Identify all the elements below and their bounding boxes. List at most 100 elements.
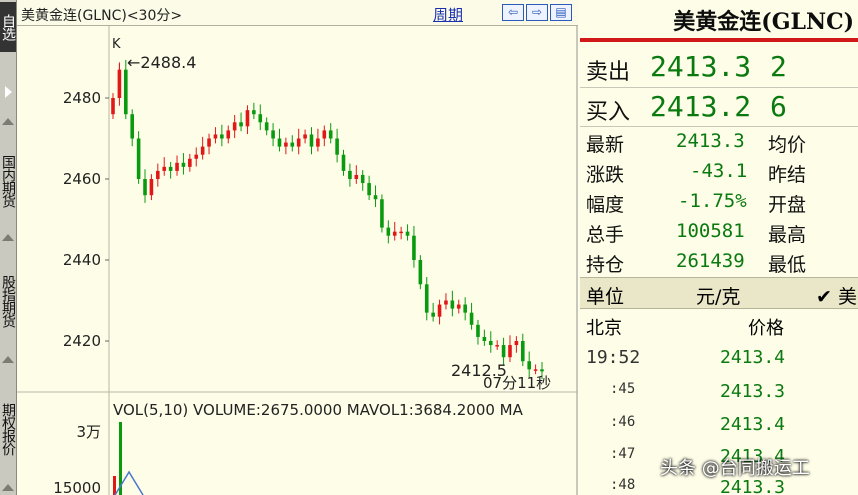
sell-price: 2413.3: [650, 50, 752, 83]
field-label: 开盘: [768, 194, 807, 216]
tab-domestic-futures[interactable]: 国内期货: [0, 138, 16, 224]
candle-body: [399, 231, 403, 234]
candle-body: [418, 260, 423, 285]
field-label: 昨结: [768, 164, 807, 186]
y-tick-label: 2440: [63, 251, 101, 269]
triangle-up-icon: [2, 484, 14, 491]
candle-body: [149, 179, 154, 196]
candle-body: [181, 162, 186, 167]
candle-body: [194, 154, 199, 159]
quote-row-oi: 持仓 261439 最低: [580, 250, 858, 280]
candle-body: [392, 231, 397, 236]
candle-body: [156, 170, 160, 179]
quote-row-pct: 幅度 -1.75% 开盘: [580, 190, 858, 220]
quote-row-change: 涨跌 -43.1 昨结: [580, 160, 858, 190]
candle-body: [162, 166, 167, 171]
candle-body: [437, 304, 442, 317]
unit-value: 元/克: [696, 286, 741, 308]
tick-price: 2413.4: [720, 414, 786, 435]
quote-row-latest: 最新 2413.3 均价: [580, 130, 858, 160]
divider: [580, 126, 858, 127]
divider: [580, 87, 858, 88]
buy-price: 2413.2: [650, 90, 752, 123]
candle-body: [431, 312, 435, 317]
candle-body: [514, 341, 519, 346]
k-label: K: [112, 37, 121, 52]
candle-body: [520, 341, 525, 362]
candle-body: [354, 174, 359, 179]
candle-body: [444, 300, 448, 305]
tab-options-quotes[interactable]: 期权报价: [0, 384, 16, 474]
kline-chart[interactable]: K 2480 2460 2440 2420 ←2488.4 2412.5 07分…: [17, 26, 578, 495]
field-value: 100581: [676, 220, 745, 242]
candle-body: [245, 110, 250, 127]
candle-body: [508, 345, 512, 358]
tick-row: :46 2413.4: [580, 414, 858, 442]
buy-row[interactable]: 买入 2413.2 6: [580, 89, 858, 127]
tick-row: 19:52 2413.4: [580, 347, 858, 375]
sell-quantity: 2: [770, 50, 787, 83]
tab-index-futures[interactable]: 股指期货: [0, 258, 16, 344]
candle-body: [335, 138, 339, 155]
high-annotation: ←2488.4: [127, 53, 196, 72]
buy-quantity: 6: [770, 90, 787, 123]
field-value: 261439: [676, 250, 745, 272]
tick-time: :48: [610, 477, 636, 493]
unit-row[interactable]: 单位 元/克 ✔ 美: [580, 277, 858, 309]
candle-body: [277, 138, 282, 147]
currency-check[interactable]: ✔ 美: [816, 282, 857, 309]
candle-body: [143, 179, 147, 196]
chart-area: 美黄金连(GLNC)<30分> 周期 ⇦ ⇨ ▤ K 2480 2460 244…: [17, 0, 578, 495]
candle-body: [124, 69, 128, 115]
volume-tick-label: 3万: [76, 423, 101, 441]
candle-body: [290, 142, 295, 147]
field-label: 涨跌: [586, 164, 625, 186]
arrow-left-icon: ⇦: [507, 5, 519, 19]
period-link[interactable]: 周期: [433, 4, 463, 25]
arrow-right-icon: ⇨: [531, 5, 543, 19]
scroll-left-button[interactable]: ⇦: [502, 4, 524, 21]
field-value: -1.75%: [678, 190, 747, 212]
buy-label: 买入: [586, 100, 631, 125]
tab-watchlist[interactable]: 自选: [0, 2, 16, 52]
y-tick-label: 2420: [63, 332, 101, 350]
candle-body: [136, 138, 141, 179]
y-tick-label: 2460: [63, 170, 101, 188]
candle-body: [328, 130, 333, 139]
field-label: 均价: [768, 134, 807, 156]
candle-body: [130, 114, 135, 139]
expand-arrow-icon[interactable]: [5, 86, 12, 98]
candle-body: [488, 341, 493, 346]
split-view-button[interactable]: ▤: [550, 4, 572, 21]
candle-body: [296, 138, 301, 147]
candle-body: [232, 122, 237, 131]
field-value: 2413.3: [676, 130, 745, 152]
ticks-header: 北京 价格: [580, 314, 858, 342]
tick-time: :46: [610, 414, 636, 430]
field-label: 最低: [768, 254, 807, 276]
candle-body: [482, 336, 487, 341]
scroll-right-button[interactable]: ⇨: [526, 4, 548, 21]
candle-body: [316, 138, 320, 147]
watermark-text: 头条 @台同搬运工: [660, 458, 810, 479]
candle-body: [111, 98, 115, 115]
volume-bar: [113, 476, 116, 495]
sell-row[interactable]: 卖出 2413.3 2: [580, 48, 858, 86]
ticks-city-header: 北京: [586, 318, 622, 339]
volume-header: VOL(5,10) VOLUME:2675.0000 MAVOL1:3684.2…: [113, 401, 524, 419]
grid-icon: ▤: [555, 5, 567, 19]
unit-label: 单位: [586, 286, 625, 308]
tick-time: 19:52: [586, 347, 641, 368]
candle-body: [200, 146, 205, 155]
candle-body: [367, 183, 371, 196]
candle-body: [501, 345, 506, 358]
candle-body: [424, 284, 429, 313]
candle-body: [456, 304, 461, 309]
candle-body: [450, 300, 455, 309]
tick-time: :45: [610, 381, 636, 397]
triangle-up-icon: [2, 118, 14, 125]
candle-body: [540, 369, 544, 372]
field-label: 最高: [768, 224, 807, 246]
tick-time: :47: [610, 446, 636, 462]
candle-body: [405, 231, 410, 236]
